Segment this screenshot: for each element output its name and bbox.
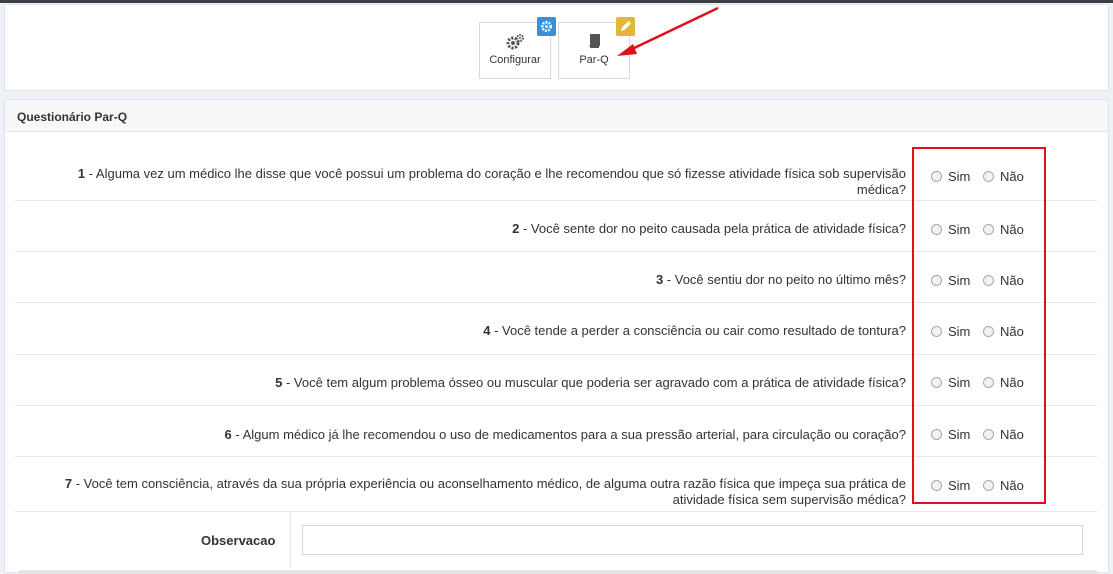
question-5-options: Sim Não bbox=[921, 375, 1051, 391]
pencil-badge-icon[interactable] bbox=[616, 17, 635, 36]
question-label: - Algum médico já lhe recomendou o uso d… bbox=[231, 427, 906, 442]
question-label: - Você tem algum problema ósseo ou muscu… bbox=[282, 375, 906, 390]
radio-sim-label[interactable]: Sim bbox=[948, 169, 970, 185]
question-text: 3 - Você sentiu dor no peito no último m… bbox=[26, 272, 906, 288]
radio-sim[interactable] bbox=[931, 275, 942, 286]
question-label: - Alguma vez um médico lhe disse que voc… bbox=[85, 166, 906, 197]
toolbar-panel: Configurar Par-Q bbox=[4, 4, 1109, 91]
radio-sim-label[interactable]: Sim bbox=[948, 324, 970, 340]
panel-title: Questionário Par-Q bbox=[17, 110, 128, 124]
radio-nao[interactable] bbox=[983, 377, 994, 388]
radio-nao-label[interactable]: Não bbox=[1000, 375, 1024, 391]
radio-sim-label[interactable]: Sim bbox=[948, 427, 970, 443]
parq-form-panel: Questionário Par-Q 1 - Alguma vez um méd… bbox=[4, 99, 1109, 574]
question-number: 1 bbox=[77, 166, 86, 181]
radio-nao-label[interactable]: Não bbox=[1000, 478, 1024, 494]
question-number: 6 bbox=[224, 427, 232, 442]
radio-sim[interactable] bbox=[931, 326, 942, 337]
radio-sim-label[interactable]: Sim bbox=[948, 478, 970, 494]
radio-nao[interactable] bbox=[983, 275, 994, 286]
radio-sim[interactable] bbox=[931, 429, 942, 440]
question-4-options: Sim Não bbox=[921, 324, 1051, 340]
radio-nao[interactable] bbox=[983, 429, 994, 440]
observacao-input[interactable] bbox=[302, 525, 1083, 555]
question-text: 2 - Você sente dor no peito causada pela… bbox=[26, 221, 906, 237]
radio-sim[interactable] bbox=[931, 480, 942, 491]
question-6-options: Sim Não bbox=[921, 427, 1051, 443]
radio-nao-label[interactable]: Não bbox=[1000, 273, 1024, 289]
panel-header: Questionário Par-Q bbox=[5, 100, 1108, 132]
question-1-options: Sim Não bbox=[921, 169, 1051, 185]
radio-sim-label[interactable]: Sim bbox=[948, 273, 970, 289]
radio-sim-label[interactable]: Sim bbox=[948, 375, 970, 391]
observacao-divider bbox=[290, 512, 291, 568]
question-2-options: Sim Não bbox=[921, 222, 1051, 238]
question-text: 4 - Você tende a perder a consciência ou… bbox=[26, 323, 906, 339]
question-label: - Você tende a perder a consciência ou c… bbox=[490, 323, 906, 338]
radio-nao-label[interactable]: Não bbox=[1000, 427, 1024, 443]
question-number: 7 bbox=[64, 476, 73, 491]
radio-nao-label[interactable]: Não bbox=[1000, 324, 1024, 340]
top-bar bbox=[0, 0, 1113, 3]
radio-nao[interactable] bbox=[983, 326, 994, 337]
configurar-button[interactable]: Configurar bbox=[479, 17, 556, 79]
panel-bottom-strip bbox=[19, 570, 1097, 574]
question-7-options: Sim Não bbox=[921, 478, 1051, 494]
question-text: 7 - Você tem consciência, através da sua… bbox=[26, 476, 906, 508]
question-3-options: Sim Não bbox=[921, 273, 1051, 289]
radio-sim[interactable] bbox=[931, 171, 942, 182]
question-label: - Você sente dor no peito causada pela p… bbox=[519, 221, 906, 236]
question-label: - Você tem consciência, através da sua p… bbox=[72, 476, 906, 507]
question-label: - Você sentiu dor no peito no último mês… bbox=[663, 272, 906, 287]
question-text: 1 - Alguma vez um médico lhe disse que v… bbox=[26, 166, 906, 198]
question-text: 5 - Você tem algum problema ósseo ou mus… bbox=[26, 375, 906, 391]
radio-nao[interactable] bbox=[983, 224, 994, 235]
radio-sim[interactable] bbox=[931, 377, 942, 388]
parq-button[interactable]: Par-Q bbox=[558, 17, 635, 79]
radio-nao[interactable] bbox=[983, 171, 994, 182]
radio-nao[interactable] bbox=[983, 480, 994, 491]
radio-nao-label[interactable]: Não bbox=[1000, 222, 1024, 238]
configurar-label: Configurar bbox=[489, 54, 541, 66]
parq-label: Par-Q bbox=[579, 54, 609, 66]
question-text: 6 - Algum médico já lhe recomendou o uso… bbox=[26, 427, 906, 443]
radio-sim[interactable] bbox=[931, 224, 942, 235]
gear-badge-icon[interactable] bbox=[537, 17, 556, 36]
observacao-label: Observacao bbox=[201, 533, 276, 548]
radio-sim-label[interactable]: Sim bbox=[948, 222, 970, 238]
radio-nao-label[interactable]: Não bbox=[1000, 169, 1024, 185]
